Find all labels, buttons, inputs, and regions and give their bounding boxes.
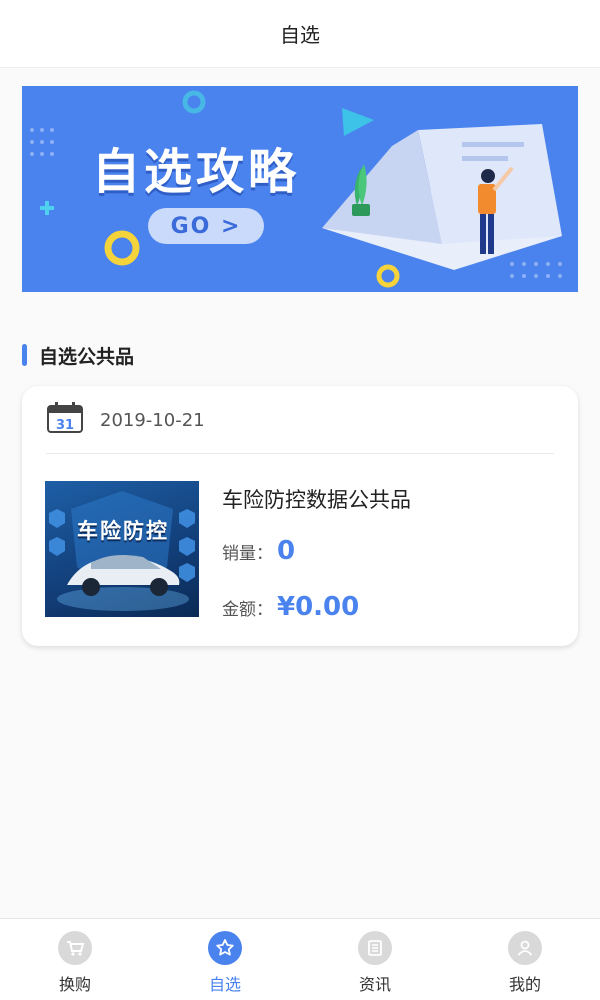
section-title: 自选公共品: [39, 345, 135, 368]
section-header: 自选公共品: [22, 343, 135, 368]
page-title: 自选: [280, 23, 320, 47]
tab-profile[interactable]: 我的: [450, 919, 600, 1000]
product-image-art: [49, 491, 195, 611]
amount-row: 金额： ¥0.00: [222, 592, 359, 622]
product-image-title: 车险防控: [77, 519, 169, 543]
tab-label: 资讯: [358, 975, 391, 994]
section-accent-bar: [22, 344, 27, 366]
product-card[interactable]: 31 2019-10-21 车险防控 车险防控数据公共品 销量： 0 金额： ¥…: [22, 386, 578, 646]
amount-label: 金额：: [222, 600, 273, 620]
tab-label: 自选: [208, 975, 241, 994]
card-date-row: 31 2019-10-21: [46, 402, 205, 438]
product-date: 2019-10-21: [100, 409, 205, 431]
strategy-banner[interactable]: 自选攻略 GO >: [22, 86, 578, 292]
calendar-icon-day: 31: [56, 418, 74, 433]
news-icon: [358, 931, 392, 965]
bottom-tab-bar: 换购 自选 资讯 我的: [0, 918, 600, 1000]
tab-news[interactable]: 资讯: [300, 919, 450, 1000]
banner-go-button[interactable]: GO >: [148, 208, 264, 244]
top-bar: 自选: [0, 0, 600, 68]
product-name: 车险防控数据公共品: [222, 488, 411, 512]
tab-label: 换购: [58, 975, 91, 994]
sales-row: 销量： 0: [222, 536, 295, 566]
tab-favorites[interactable]: 自选: [150, 919, 300, 1000]
banner-title: 自选攻略: [92, 144, 301, 200]
tab-exchange[interactable]: 换购: [0, 919, 150, 1000]
user-icon: [508, 931, 542, 965]
tab-label: 我的: [508, 975, 541, 994]
star-icon: [208, 931, 242, 965]
sales-value: 0: [277, 536, 296, 566]
product-image[interactable]: 车险防控: [45, 481, 199, 617]
calendar-icon: 31: [46, 402, 84, 438]
cart-icon: [58, 931, 92, 965]
sales-label: 销量：: [222, 544, 273, 564]
divider: [46, 453, 554, 454]
amount-value: ¥0.00: [277, 592, 360, 622]
